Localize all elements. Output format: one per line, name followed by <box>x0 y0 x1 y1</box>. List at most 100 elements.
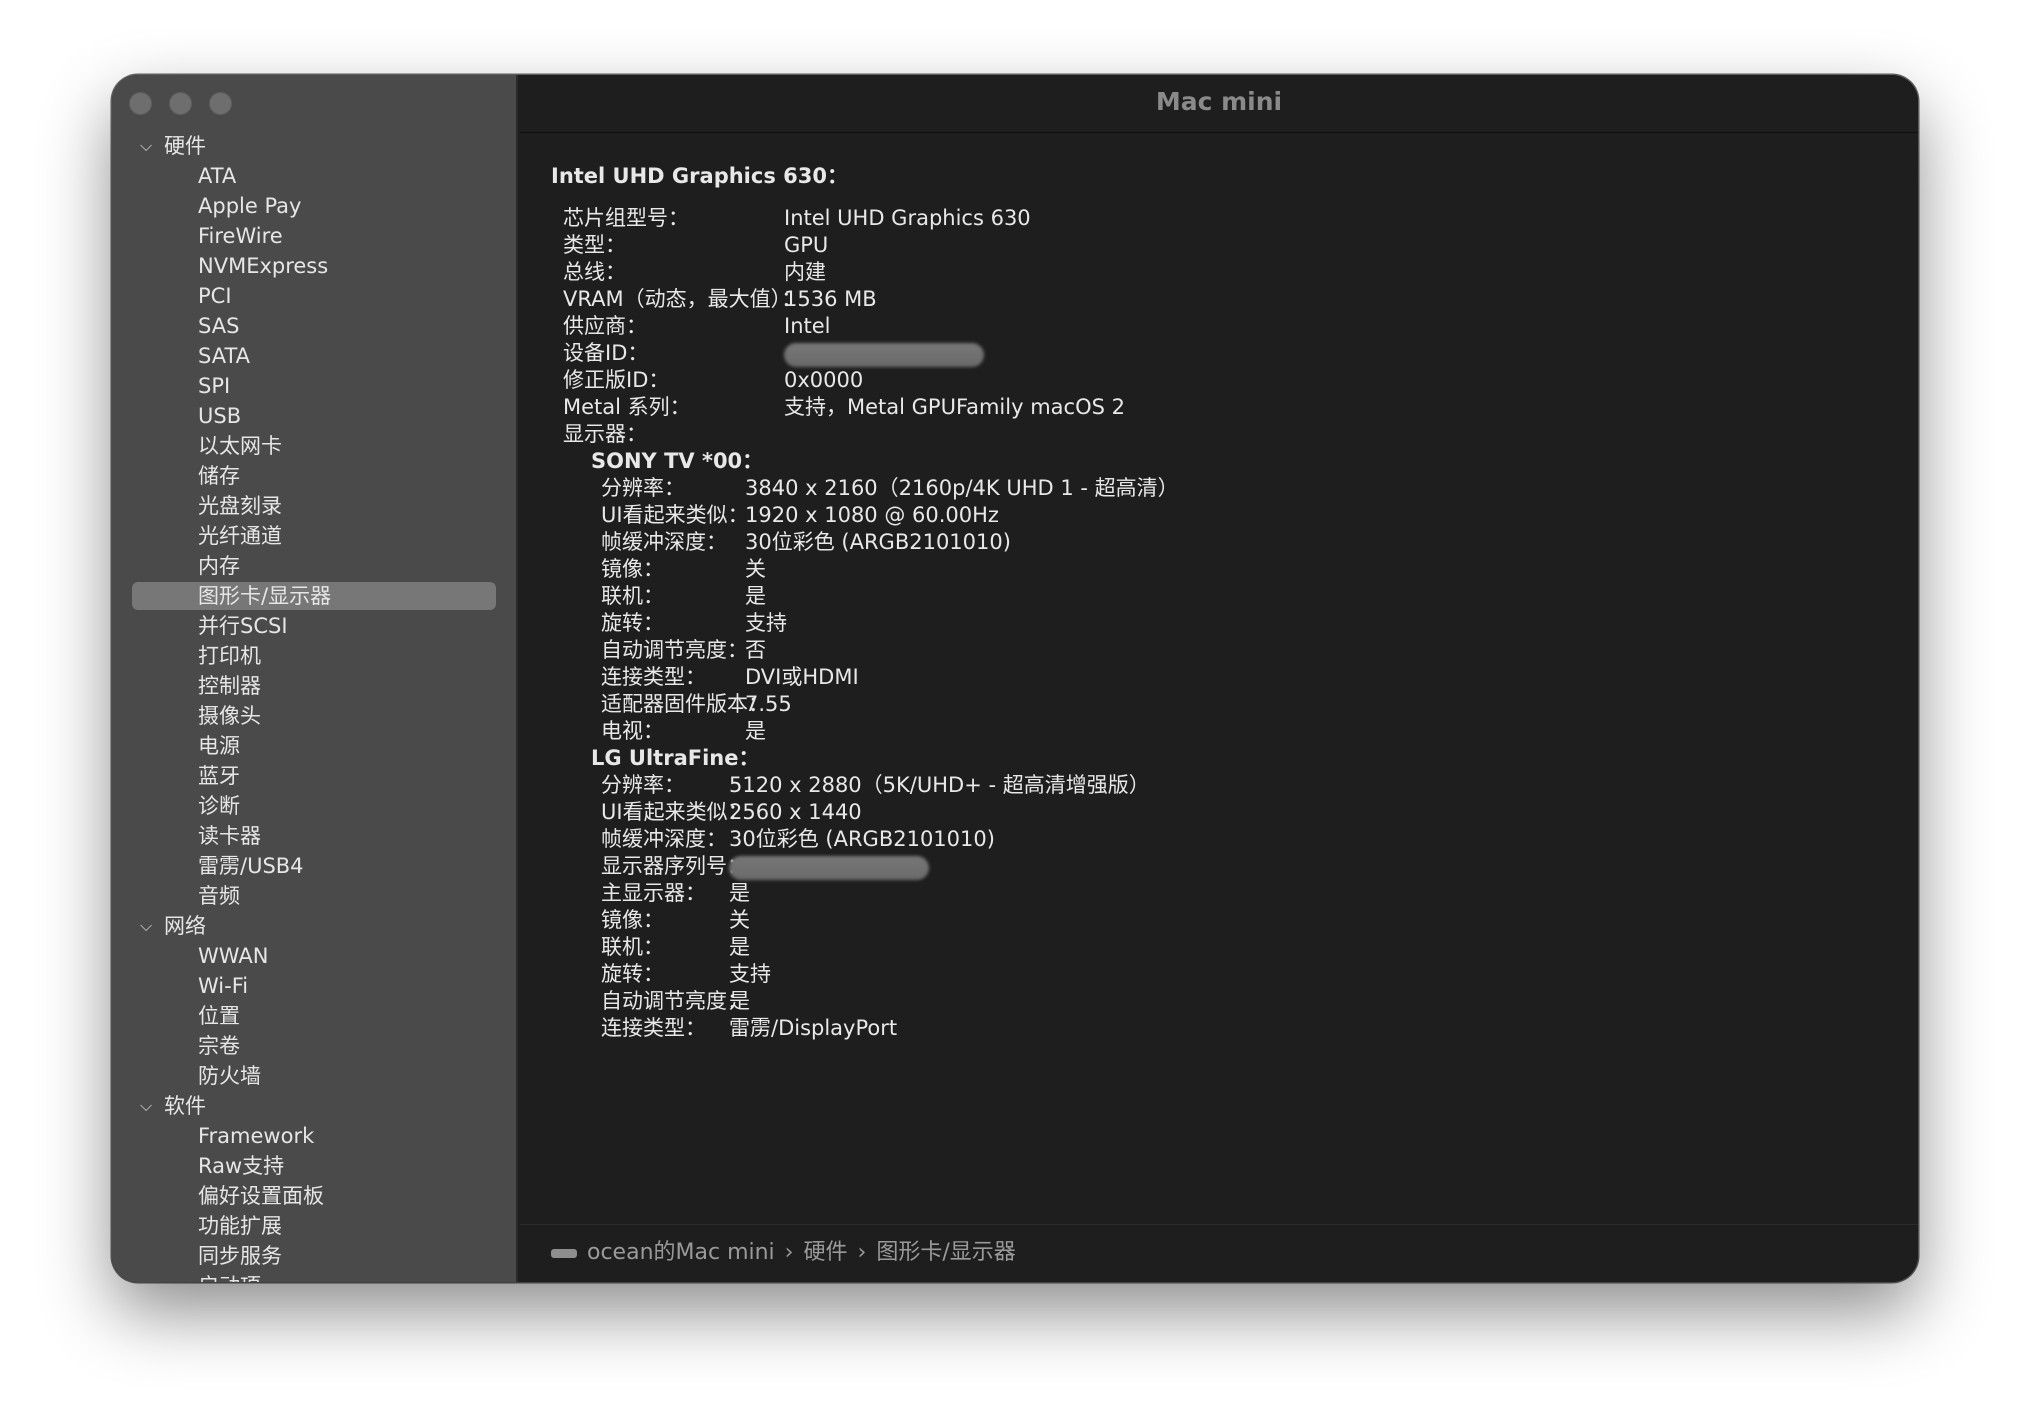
property-value: 3840 x 2160（2160p/4K UHD 1 - 超高清） <box>745 476 1179 500</box>
sidebar-item[interactable]: 内存 <box>112 551 516 581</box>
chevron-down-icon[interactable]: ⌵ <box>140 911 152 941</box>
sidebar-item-label: 诊断 <box>198 794 240 818</box>
sidebar-item[interactable]: 读卡器 <box>112 821 516 851</box>
sidebar-item[interactable]: 摄像头 <box>112 701 516 731</box>
sidebar-item[interactable]: 打印机 <box>112 641 516 671</box>
breadcrumb-item[interactable]: ocean的Mac mini <box>587 1240 775 1265</box>
property-value: Intel UHD Graphics 630 <box>784 206 1031 230</box>
sidebar-item[interactable]: 功能扩展 <box>112 1211 516 1241</box>
sidebar-item-label: 读卡器 <box>198 824 261 848</box>
mac-mini-icon <box>551 1248 577 1258</box>
property-row: UI看起来类似： 1920 x 1080 @ 60.00Hz <box>551 502 1918 529</box>
property-value: 支持，Metal GPUFamily macOS 2 <box>784 395 1125 419</box>
sidebar-item-label: SATA <box>198 344 251 368</box>
property-row: 适配器固件版本： 7.55 <box>551 691 1918 718</box>
sidebar-item[interactable]: SAS <box>112 311 516 341</box>
property-value: 内建 <box>784 260 826 284</box>
sidebar-item[interactable]: PCI <box>112 281 516 311</box>
sidebar-item[interactable]: 控制器 <box>112 671 516 701</box>
property-key: 联机： <box>601 935 664 959</box>
sidebar-item[interactable]: 诊断 <box>112 791 516 821</box>
zoom-button[interactable] <box>209 92 232 115</box>
sidebar-item-label: 蓝牙 <box>198 764 240 788</box>
property-key: 连接类型： <box>601 665 706 689</box>
sidebar-item[interactable]: 光盘刻录 <box>112 491 516 521</box>
sidebar-group[interactable]: ⌵ 软件 <box>112 1091 516 1121</box>
sidebar-item-label: ATA <box>198 164 237 188</box>
property-row: 显示器： <box>551 421 1918 448</box>
sidebar-item[interactable]: ATA <box>112 161 516 191</box>
sidebar-item-label: 音频 <box>198 884 240 908</box>
property-value: 1920 x 1080 @ 60.00Hz <box>745 503 999 527</box>
sidebar-item[interactable]: Raw支持 <box>112 1151 516 1181</box>
property-value: 是 <box>729 881 750 905</box>
sidebar-item[interactable]: 同步服务 <box>112 1241 516 1271</box>
property-row: 类型： GPU <box>551 232 1918 259</box>
breadcrumb-item[interactable]: 图形卡/显示器 <box>876 1240 1015 1265</box>
sidebar-item-label: 启动项 <box>198 1274 261 1282</box>
property-value: 是 <box>729 935 750 959</box>
sidebar-item[interactable]: 储存 <box>112 461 516 491</box>
property-key: 修正版ID： <box>563 368 670 392</box>
sidebar-item-label: Apple Pay <box>198 194 302 218</box>
system-information-window: ⌵ 硬件 ATA Apple Pay FireWire NVMExpress PCI SAS S… <box>112 75 1918 1282</box>
sidebar-item[interactable]: 蓝牙 <box>112 761 516 791</box>
sidebar-tree: ⌵ 硬件 ATA Apple Pay FireWire NVMExpress PCI SAS S… <box>112 131 516 1282</box>
property-key: Metal 系列： <box>563 395 691 419</box>
sidebar-group[interactable]: ⌵ 硬件 <box>112 131 516 161</box>
gpu-heading: Intel UHD Graphics 630： <box>551 164 848 188</box>
sidebar-item[interactable]: 雷雳/USB4 <box>112 851 516 881</box>
sidebar-item[interactable]: 启动项 <box>112 1271 516 1282</box>
property-key: 联机： <box>601 584 664 608</box>
sidebar-item[interactable]: 宗卷 <box>112 1031 516 1061</box>
sidebar-item-label: 同步服务 <box>198 1244 282 1268</box>
minimize-button[interactable] <box>169 92 192 115</box>
chevron-down-icon[interactable]: ⌵ <box>140 131 152 161</box>
sidebar-item[interactable]: WWAN <box>112 941 516 971</box>
sidebar-item[interactable]: 并行SCSI <box>112 611 516 641</box>
property-key: 旋转： <box>601 611 664 635</box>
sidebar-item[interactable]: 位置 <box>112 1001 516 1031</box>
sidebar-item[interactable]: Apple Pay <box>112 191 516 221</box>
chevron-down-icon[interactable]: ⌵ <box>140 1091 152 1121</box>
property-key: UI看起来类似： <box>601 800 749 824</box>
property-key: 显示器： <box>563 422 647 446</box>
property-key: 镜像： <box>601 557 664 581</box>
property-value: 7.55 <box>745 692 792 716</box>
sidebar-item[interactable]: 防火墙 <box>112 1061 516 1091</box>
sidebar-item[interactable]: USB <box>112 401 516 431</box>
sidebar-item[interactable]: FireWire <box>112 221 516 251</box>
sidebar-item[interactable]: 光纤通道 <box>112 521 516 551</box>
sidebar-item-label: 并行SCSI <box>198 614 288 638</box>
property-key: 帧缓冲深度： <box>601 827 727 851</box>
sidebar-item[interactable]: 偏好设置面板 <box>112 1181 516 1211</box>
sidebar-item[interactable]: 音频 <box>112 881 516 911</box>
sidebar-item[interactable]: NVMExpress <box>112 251 516 281</box>
property-value: 0x0000 <box>784 368 864 392</box>
sidebar-item-label: Raw支持 <box>198 1154 285 1178</box>
sidebar-item[interactable]: Framework <box>112 1121 516 1151</box>
property-row: UI看起来类似： 2560 x 1440 <box>551 799 1918 826</box>
property-value: Intel <box>784 314 831 338</box>
property-row: 分辨率： 3840 x 2160（2160p/4K UHD 1 - 超高清） <box>551 475 1918 502</box>
property-key: 帧缓冲深度： <box>601 530 727 554</box>
sidebar-item-label: 图形卡/显示器 <box>198 584 332 608</box>
property-row: 联机： 是 <box>551 583 1918 610</box>
sidebar-item[interactable]: SATA <box>112 341 516 371</box>
sidebar-item[interactable]: 图形卡/显示器 <box>112 581 516 611</box>
property-value: 30位彩色 (ARGB2101010) <box>729 827 995 851</box>
sidebar-item[interactable]: Wi-Fi <box>112 971 516 1001</box>
sidebar-item[interactable]: 电源 <box>112 731 516 761</box>
close-button[interactable] <box>129 92 152 115</box>
property-row: 芯片组型号： Intel UHD Graphics 630 <box>551 205 1918 232</box>
property-key: 主显示器： <box>601 881 706 905</box>
sidebar-item[interactable]: SPI <box>112 371 516 401</box>
breadcrumb-item[interactable]: 硬件 <box>803 1240 847 1265</box>
sidebar-item[interactable]: 以太网卡 <box>112 431 516 461</box>
property-row: 修正版ID： 0x0000 <box>551 367 1918 394</box>
property-row: 镜像： 关 <box>551 907 1918 934</box>
property-key: 适配器固件版本： <box>601 692 769 716</box>
sidebar-group[interactable]: ⌵ 网络 <box>112 911 516 941</box>
sidebar-item-label: 宗卷 <box>198 1034 240 1058</box>
property-row: 帧缓冲深度： 30位彩色 (ARGB2101010) <box>551 826 1918 853</box>
